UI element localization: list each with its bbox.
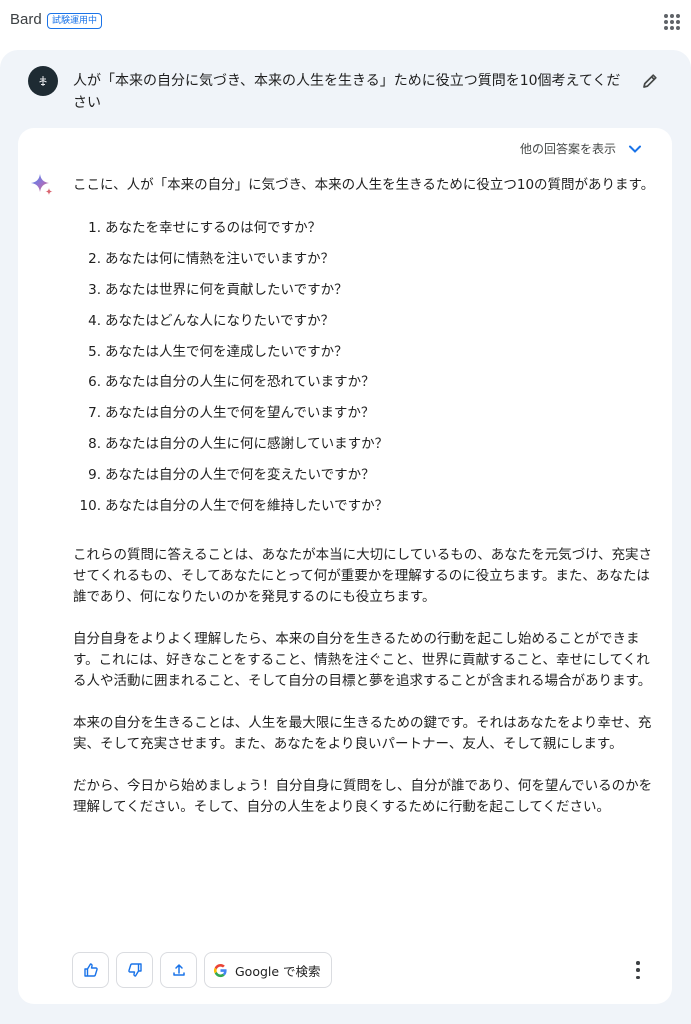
share-button[interactable]: [160, 952, 197, 988]
user-prompt: 人が「本来の自分に気づき、本来の人生を生きる」ために役立つ質問を10個考えてくだ…: [73, 73, 621, 111]
google-search-label: Google で検索: [235, 963, 321, 979]
list-item: 7. あなたは自分の人生で何を望んでいますか？: [73, 403, 658, 434]
list-item: 10. あなたは自分の人生で何を維持したいですか？: [73, 496, 658, 527]
list-number: 10.: [79, 498, 101, 515]
apps-grid-icon[interactable]: [664, 14, 680, 30]
show-drafts-button[interactable]: 他の回答案を表示: [520, 140, 642, 157]
avatar-glyph-icon: [39, 76, 47, 86]
list-text: あなたは何に情熱を注いでいますか？: [105, 250, 335, 267]
list-number: 6.: [88, 374, 101, 391]
response-paragraph: 本来の自分を生きることは、人生を最大限に生きるための鍵です。それはあなたをより幸…: [73, 714, 652, 752]
list-item: 2. あなたは何に情熱を注いでいますか？: [73, 249, 658, 280]
list-item: 1. あなたを幸せにするのは何ですか？: [73, 218, 658, 249]
list-item: 3. あなたは世界に何を貢献したいですか？: [73, 280, 658, 311]
user-avatar: [28, 66, 58, 96]
google-search-button[interactable]: Google で検索: [204, 952, 332, 988]
response-body: ここに、人が「本来の自分」に気づき、本来の人生を生きるために役立つ10の質問があ…: [73, 175, 658, 839]
thumb-down-icon: [127, 963, 142, 977]
response-intro: ここに、人が「本来の自分」に気づき、本来の人生を生きるために役立つ10の質問があ…: [73, 177, 655, 193]
list-number: 9.: [88, 467, 101, 484]
list-number: 5.: [88, 343, 101, 360]
list-item: 8. あなたは自分の人生に何に感謝していますか？: [73, 434, 658, 465]
list-number: 1.: [88, 220, 101, 236]
list-text: あなたは自分の人生で何を維持したいですか？: [105, 498, 389, 515]
response-paragraph: これらの質問に答えることは、あなたが本当に大切にしているもの、あなたを元気づけ、…: [73, 546, 653, 605]
app-name: Bard: [10, 11, 42, 28]
list-number: 8.: [88, 436, 101, 453]
share-icon: [172, 964, 185, 976]
list-text: あなたは自分の人生で何を変えたいですか？: [105, 467, 375, 484]
list-item: 4. あなたはどんな人になりたいですか？: [73, 311, 658, 342]
list-text: あなたは自分の人生に何を恐れていますか？: [105, 374, 375, 391]
response-paragraph: だから、今日から始めましょう！自分自身に質問をし、自分が誰であり、何を望んでいる…: [73, 777, 653, 815]
list-item: 9. あなたは自分の人生で何を変えたいですか？: [73, 465, 658, 496]
pencil-icon[interactable]: [640, 71, 660, 91]
list-item: 6. あなたは自分の人生に何を恐れていますか？: [73, 372, 658, 403]
list-text: あなたは自分の人生に何に感謝していますか？: [105, 436, 389, 453]
show-drafts-label: 他の回答案を表示: [519, 142, 616, 156]
list-text: あなたは世界に何を貢献したいですか？: [105, 281, 348, 298]
response-actions: Google で検索: [72, 952, 332, 988]
response-card: 他の回答案を表示 ここに、人が「本来の自分」に気づき、本来の人生を生きるために役…: [18, 128, 672, 1004]
more-vert-icon[interactable]: [634, 961, 642, 979]
list-number: 7.: [88, 405, 101, 422]
thumb-up-button[interactable]: [72, 952, 109, 988]
list-text: あなたは人生で何を達成したいですか？: [105, 343, 348, 360]
list-number: 4.: [88, 312, 101, 329]
list-number: 2.: [88, 250, 101, 267]
chevron-down-icon: [629, 145, 641, 153]
thumb-up-icon: [83, 963, 98, 977]
list-number: 3.: [88, 281, 101, 298]
list-text: あなたはどんな人になりたいですか？: [105, 312, 335, 329]
bard-sparkle-icon: [31, 174, 53, 195]
list-text: あなたは自分の人生で何を望んでいますか？: [105, 405, 375, 422]
response-paragraph: 自分自身をよりよく理解したら、本来の自分を生きるための行動を起こし始めることがで…: [73, 630, 652, 689]
list-text: あなたを幸せにするのは何ですか？: [105, 220, 322, 236]
question-list: 1. あなたを幸せにするのは何ですか？ 2. あなたは何に情熱を注いでいますか？ 3…: [73, 218, 658, 527]
top-bar: Bard 試験運用中: [0, 0, 691, 44]
google-g-icon: [213, 963, 227, 977]
thumb-down-button[interactable]: [116, 952, 153, 988]
experimental-badge: 試験運用中: [47, 13, 103, 29]
list-item: 5. あなたは人生で何を達成したいですか？: [73, 342, 658, 373]
